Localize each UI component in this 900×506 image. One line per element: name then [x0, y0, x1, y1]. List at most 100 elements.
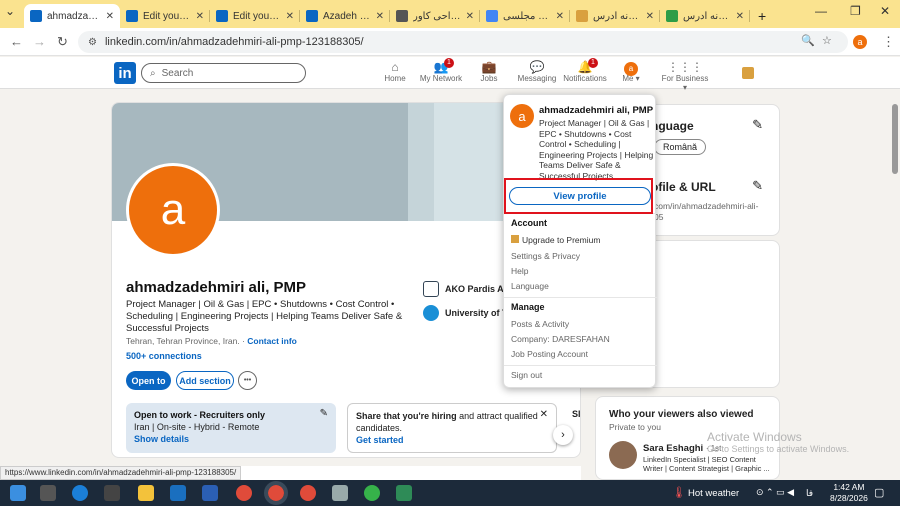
edge-icon[interactable] [72, 485, 88, 501]
org-row-company[interactable]: AKO Pardis Aria [423, 281, 515, 297]
word-icon[interactable] [202, 485, 218, 501]
open-to-button[interactable]: Open to [126, 371, 171, 390]
browser-menu-icon[interactable]: ⋮ [882, 34, 895, 50]
profile-location-row: Tehran, Tehran Province, Iran. · Contact… [126, 336, 297, 346]
premium-icon[interactable] [742, 67, 754, 79]
back-icon[interactable]: ← [10, 34, 23, 49]
edit-language-icon[interactable]: ✎ [752, 117, 763, 133]
tab-close-icon[interactable]: ✕ [196, 11, 204, 22]
company-page-link[interactable]: Company: DARESFAHAN [511, 334, 610, 344]
get-started-link[interactable]: Get started [356, 435, 404, 445]
show-details-link[interactable]: Show details [134, 434, 189, 444]
language-link[interactable]: Language [511, 281, 549, 291]
notifications-icon[interactable]: ▢ [874, 486, 884, 499]
browser-tab[interactable]: شیک و مجلسی ✕ [480, 4, 570, 28]
tab-close-icon[interactable]: ✕ [466, 11, 474, 22]
reload-icon[interactable]: ↻ [57, 34, 68, 50]
tab-title: Edit your public profile [143, 10, 191, 22]
edit-url-icon[interactable]: ✎ [752, 178, 763, 194]
nav-item-notifications[interactable]: 🔔 1 Notifications [560, 58, 610, 83]
nav-item-me[interactable]: a Me ▾ [606, 60, 656, 83]
tab-title: Edit your public profile [233, 10, 281, 22]
close-window-icon[interactable]: ✕ [880, 4, 890, 18]
carousel-next-icon[interactable]: › [553, 425, 573, 445]
upgrade-premium-link[interactable]: Upgrade to Premium [511, 235, 600, 245]
forward-icon[interactable]: → [33, 34, 46, 49]
viewers-title: Who your viewers also viewed [609, 409, 754, 420]
chrome-icon[interactable] [300, 485, 316, 501]
browser-tab[interactable]: چگونه آدرس ✕ [570, 4, 660, 28]
add-section-button[interactable]: Add section [176, 371, 234, 390]
tab-close-icon[interactable]: ✕ [106, 11, 114, 22]
outlook-icon[interactable] [170, 485, 186, 501]
browser-tab[interactable]: Azadeh Esha... ✕ [300, 4, 390, 28]
menu-manage-heading: Manage [511, 302, 545, 312]
tab-close-icon[interactable]: ✕ [736, 11, 744, 22]
url-input[interactable]: ⚙ linkedin.com/in/ahmadzadehmiri-ali-pmp… [78, 31, 848, 53]
browser-tab-bar: ahmadzadehmiri ali, PMP | LinkedIn✕Edit … [0, 0, 900, 28]
linkedin-logo[interactable]: in [114, 62, 136, 84]
viewer-name: Sara Eshaghi [643, 443, 704, 454]
activate-windows-watermark: Activate Windows Go to Settings to activ… [707, 430, 849, 454]
connections-link[interactable]: 500+ connections [126, 351, 202, 361]
site-info-icon[interactable]: ⚙ [88, 37, 97, 48]
nav-item-home[interactable]: ⌂ Home [370, 60, 420, 83]
store-icon[interactable] [104, 485, 120, 501]
settings-privacy-link[interactable]: Settings & Privacy [511, 251, 580, 261]
browser-tab[interactable]: طراحی کاور ✕ [390, 4, 480, 28]
browser-profile-avatar[interactable]: a [853, 35, 867, 49]
paint-icon[interactable] [332, 485, 348, 501]
sign-out-link[interactable]: Sign out [511, 370, 542, 380]
contact-info-link[interactable]: Contact info [247, 336, 297, 346]
job-posting-account-link[interactable]: Job Posting Account [511, 349, 588, 359]
weather-text[interactable]: Hot weather [688, 488, 739, 499]
open-to-work-card[interactable]: Open to work - Recruiters only Iran | On… [126, 403, 336, 453]
tab-close-icon[interactable]: ✕ [556, 11, 564, 22]
clock-time: 1:42 AM [833, 482, 865, 492]
nav-item-my-network[interactable]: 👥 1 My Network [416, 58, 466, 83]
hiring-card[interactable]: Share that you're hiring and attract qua… [347, 403, 557, 453]
zoom-icon[interactable]: 🔍 [801, 34, 815, 47]
browser-tab[interactable]: Edit your public profile ✕ [210, 4, 300, 28]
viewer-avatar[interactable] [609, 441, 637, 469]
thermometer-icon[interactable]: 🌡 [672, 486, 686, 499]
windows-start-icon[interactable] [10, 485, 26, 501]
tray-icons[interactable]: ⊙ ⌃ ▭ ◀ [756, 487, 794, 498]
menu-avatar[interactable]: a [510, 104, 534, 128]
public-url-value: com/in/ahmadzadehmiri-ali- [654, 201, 759, 211]
close-icon[interactable]: ✕ [540, 409, 548, 421]
search-input[interactable]: ⌕ Search [141, 63, 306, 83]
tab-search-icon[interactable]: ⌄ [5, 4, 15, 18]
nav-item-for-business[interactable]: ⋮⋮⋮ For Business ▾ [660, 60, 710, 92]
posts-activity-link[interactable]: Posts & Activity [511, 319, 569, 329]
org-row-university[interactable]: University of Te [423, 305, 512, 321]
new-tab-button[interactable]: + [750, 4, 774, 28]
page-scrollbar[interactable] [892, 104, 898, 174]
more-button[interactable]: ••• [238, 371, 257, 390]
clock[interactable]: 1:42 AM 8/28/2026 [830, 482, 868, 504]
app-icon[interactable] [396, 485, 412, 501]
browser-tab[interactable]: Edit your public profile ✕ [120, 4, 210, 28]
task-view-icon[interactable] [40, 485, 56, 501]
nav-item-jobs[interactable]: 💼 Jobs [464, 60, 514, 83]
profile-avatar[interactable]: a [126, 163, 220, 257]
tab-close-icon[interactable]: ✕ [646, 11, 654, 22]
edit-pencil-icon[interactable]: ✎ [320, 408, 328, 420]
maximize-icon[interactable]: ❐ [850, 4, 861, 18]
tab-title: Azadeh Esha... [323, 10, 371, 22]
app-icon[interactable] [364, 485, 380, 501]
browser-tab[interactable]: چگونه آدرس ✕ [660, 4, 750, 28]
chrome-active-icon[interactable] [264, 481, 288, 505]
nav-item-messaging[interactable]: 💬 Messaging [512, 60, 562, 83]
tab-close-icon[interactable]: ✕ [286, 11, 294, 22]
bookmark-star-icon[interactable]: ☆ [822, 34, 832, 47]
file-explorer-icon[interactable] [138, 485, 154, 501]
browser-tab[interactable]: ahmadzadehmiri ali, PMP | LinkedIn ✕ [24, 4, 120, 28]
notification-badge: 1 [588, 58, 598, 68]
help-link[interactable]: Help [511, 266, 528, 276]
chrome-icon[interactable] [236, 485, 252, 501]
language-indicator[interactable]: فا [806, 488, 813, 499]
tab-close-icon[interactable]: ✕ [376, 11, 384, 22]
linkedin-icon [306, 10, 318, 22]
minimize-icon[interactable]: — [815, 4, 827, 18]
